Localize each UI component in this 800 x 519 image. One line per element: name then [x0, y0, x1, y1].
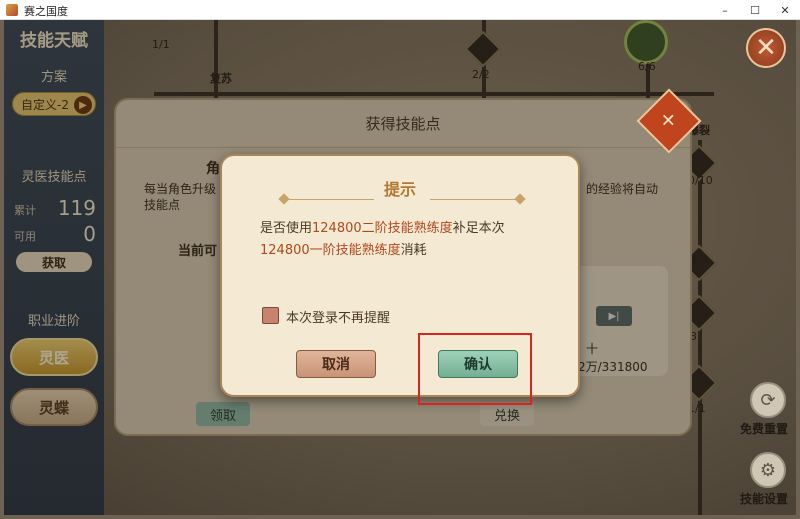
maximize-button[interactable]: ☐ [740, 0, 770, 20]
msg-highlight-1: 124800二阶技能熟练度 [312, 221, 453, 236]
reset-label[interactable]: 免费重置 [740, 420, 788, 437]
app-icon [6, 4, 18, 16]
minimize-button[interactable]: – [710, 0, 740, 20]
close-icon[interactable]: ✕ [746, 28, 786, 68]
window-title: 赛之国度 [24, 5, 68, 18]
close-window-button[interactable]: ✕ [770, 0, 800, 20]
msg-suffix: 消耗 [400, 243, 427, 258]
modal-title: 提示 [383, 180, 416, 199]
msg-highlight-2: 124800一阶技能熟练度 [260, 243, 401, 258]
dont-remind-label: 本次登录不再提醒 [286, 311, 391, 326]
window-titlebar: 赛之国度 – ☐ ✕ [0, 0, 800, 20]
msg-prefix: 是否使用 [260, 221, 313, 236]
game-viewport: 1/1 复苏 2/2 6/6 爆裂 0/10 3 3 1/1 技能天赋 方案 自… [4, 20, 796, 515]
dont-remind-checkbox[interactable] [262, 307, 279, 324]
gear-icon[interactable]: ⚙ [750, 452, 786, 488]
reset-icon[interactable]: ⟳ [750, 382, 786, 418]
cancel-button[interactable]: 取消 [296, 350, 376, 378]
msg-middle: 补足本次 [452, 221, 505, 236]
game-window: 赛之国度 – ☐ ✕ 1/1 复苏 2/2 6/6 爆裂 0/10 3 3 1/ [0, 0, 800, 519]
settings-label[interactable]: 技能设置 [740, 490, 788, 507]
highlight-frame [418, 333, 532, 405]
modal-message: 是否使用124800二阶技能熟练度补足本次 124800一阶技能熟练度消耗 [260, 218, 550, 262]
